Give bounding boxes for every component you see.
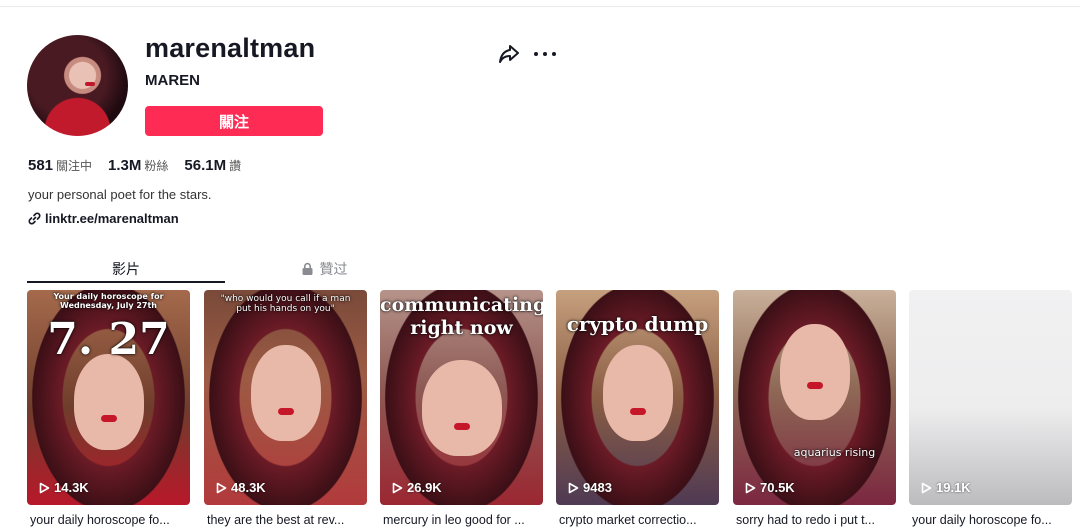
video-caption-big: communicating right now bbox=[380, 294, 543, 339]
video-card[interactable]: aquarius rising 70.5K sorry had to redo … bbox=[733, 290, 896, 527]
video-caption-small: aquarius rising bbox=[793, 446, 876, 459]
video-description[interactable]: your daily horoscope fo... bbox=[909, 513, 1072, 527]
lock-icon bbox=[302, 262, 312, 275]
video-card[interactable]: communicating right now 26.9K mercury in… bbox=[380, 290, 543, 527]
play-icon bbox=[921, 482, 932, 493]
video-description[interactable]: crypto market correctio... bbox=[556, 513, 719, 527]
likes-count: 56.1M 讚 bbox=[184, 157, 242, 174]
tab-videos[interactable]: 影片 bbox=[27, 256, 225, 282]
video-thumbnail[interactable]: Your daily horoscope for Wednesday, July… bbox=[27, 290, 190, 505]
play-icon bbox=[568, 482, 579, 493]
link-icon bbox=[28, 212, 41, 225]
play-icon bbox=[39, 482, 50, 493]
profile-stats: 581 關注中 1.3M 粉絲 56.1M 讚 bbox=[28, 157, 241, 174]
play-count: 48.3K bbox=[216, 480, 266, 495]
tab-videos-label: 影片 bbox=[112, 262, 140, 278]
video-thumbnail[interactable]: "who would you call if a man put his han… bbox=[204, 290, 367, 505]
play-count: 26.9K bbox=[392, 480, 442, 495]
share-icon[interactable] bbox=[498, 44, 520, 64]
play-count: 14.3K bbox=[39, 480, 89, 495]
video-thumbnail[interactable]: 19.1K bbox=[909, 290, 1072, 505]
follow-button[interactable]: 關注 bbox=[145, 106, 323, 136]
more-icon[interactable] bbox=[534, 44, 556, 64]
username: marenaltman bbox=[145, 33, 316, 63]
play-icon bbox=[745, 482, 756, 493]
video-caption-small: "who would you call if a man put his han… bbox=[220, 294, 351, 314]
video-thumbnail[interactable]: aquarius rising 70.5K bbox=[733, 290, 896, 505]
tab-liked[interactable]: 贊过 bbox=[225, 256, 423, 282]
top-divider bbox=[0, 6, 1080, 7]
following-count[interactable]: 581 關注中 bbox=[28, 157, 92, 174]
tab-liked-label: 贊过 bbox=[319, 262, 348, 278]
video-thumbnail[interactable]: crypto dump 9483 bbox=[556, 290, 719, 505]
video-card[interactable]: Your daily horoscope for Wednesday, July… bbox=[27, 290, 190, 527]
play-count: 9483 bbox=[568, 480, 612, 495]
profile-link-text: linktr.ee/marenaltman bbox=[45, 211, 179, 226]
video-card[interactable]: "who would you call if a man put his han… bbox=[204, 290, 367, 527]
video-card[interactable]: crypto dump 9483 crypto market correctio… bbox=[556, 290, 719, 527]
video-thumbnail[interactable]: communicating right now 26.9K bbox=[380, 290, 543, 505]
video-caption-big: 7. 27 bbox=[47, 314, 170, 365]
nickname: MAREN bbox=[145, 72, 200, 89]
video-card[interactable]: 19.1K your daily horoscope fo... bbox=[909, 290, 1072, 527]
bio: your personal poet for the stars. bbox=[28, 187, 212, 202]
play-count: 70.5K bbox=[745, 480, 795, 495]
video-caption-big: crypto dump bbox=[566, 312, 709, 336]
avatar[interactable] bbox=[27, 35, 128, 136]
profile-link[interactable]: linktr.ee/marenaltman bbox=[28, 211, 179, 226]
video-description[interactable]: they are the best at rev... bbox=[204, 513, 367, 527]
play-icon bbox=[216, 482, 227, 493]
tab-underline bbox=[27, 281, 225, 283]
video-description[interactable]: your daily horoscope fo... bbox=[27, 513, 190, 527]
play-count: 19.1K bbox=[921, 480, 971, 495]
video-description[interactable]: sorry had to redo i put t... bbox=[733, 513, 896, 527]
play-icon bbox=[392, 482, 403, 493]
video-description[interactable]: mercury in leo good for ... bbox=[380, 513, 543, 527]
video-caption-small: Your daily horoscope for Wednesday, July… bbox=[53, 292, 164, 310]
followers-count[interactable]: 1.3M 粉絲 bbox=[108, 157, 168, 174]
